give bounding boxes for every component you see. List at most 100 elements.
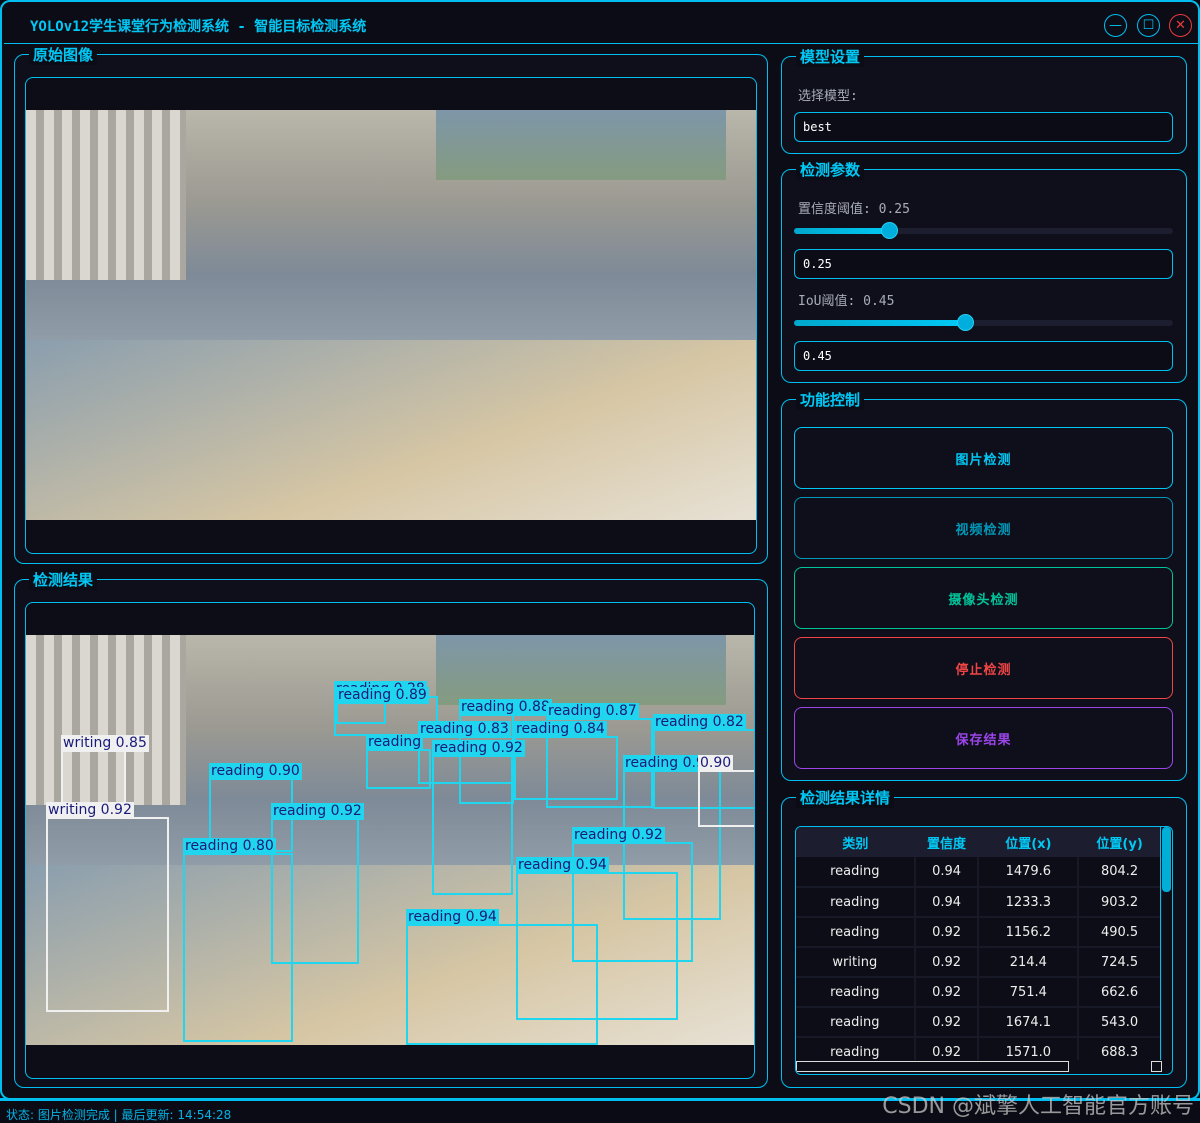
table-cell: 0.92 — [914, 947, 980, 978]
minimize-button[interactable]: — — [1104, 14, 1127, 37]
detection-label: reading 0.83 — [418, 721, 511, 738]
maximize-button[interactable]: ☐ — [1137, 14, 1160, 37]
table-cell: 543.0 — [1078, 1007, 1162, 1038]
result-details-group: 检测结果详情 类别 置信度 位置(x) 位置(y) reading 0.94 147… — [781, 787, 1187, 1088]
table-row[interactable]: reading 0.94 1479.6 804.2 — [796, 857, 1162, 888]
group-title: 模型设置 — [796, 46, 865, 67]
table-cell: 490.5 — [1078, 917, 1162, 948]
table-cell: writing — [796, 947, 916, 978]
title-bar: YOLOv12学生课堂行为检测系统 - 智能目标检测系统 — ☐ ✕ — [4, 4, 1198, 44]
status-text: 状态: 图片检测完成 | 最后更新: 14:54:28 — [6, 1108, 232, 1122]
group-title: 功能控制 — [796, 389, 865, 410]
group-title: 检测结果 — [29, 569, 98, 590]
image-detect-button[interactable]: 图片检测 — [794, 427, 1173, 489]
table-cell: 0.94 — [914, 887, 980, 918]
maximize-icon: ☐ — [1142, 18, 1155, 33]
detection-box: reading 0.89 — [336, 687, 429, 724]
detection-label: reading 0.89 — [336, 687, 429, 704]
column-header-y[interactable]: 位置(y) — [1078, 827, 1161, 857]
confidence-slider[interactable] — [794, 222, 1173, 239]
iou-slider[interactable] — [794, 314, 1173, 331]
table-cell: 0.92 — [914, 917, 980, 948]
close-icon: ✕ — [1175, 18, 1186, 33]
detection-label: reading 0.80 — [183, 838, 276, 855]
slider-handle[interactable] — [880, 222, 898, 239]
detection-label: reading 0.94 — [516, 857, 609, 874]
detection-params-group: 检测参数 置信度阈值: 0.25 0.25 IoU阈值: 0.45 0.45 — [781, 159, 1187, 383]
table-cell: 662.6 — [1078, 977, 1162, 1008]
save-result-button[interactable]: 保存结果 — [794, 707, 1173, 769]
table-cell: 903.2 — [1078, 887, 1162, 918]
detection-label: reading 0.92 — [432, 740, 525, 757]
vertical-scrollbar[interactable] — [1160, 827, 1172, 1062]
detection-label: reading 0.87 — [546, 703, 639, 720]
original-image — [26, 110, 756, 520]
detection-box: reading 0.84 — [514, 721, 618, 800]
detection-box: reading — [366, 734, 431, 789]
table-cell: reading — [796, 1007, 916, 1038]
table-row[interactable]: reading 0.92 1674.1 543.0 — [796, 1007, 1162, 1038]
table-cell: 751.4 — [978, 977, 1080, 1008]
table-row[interactable]: writing 0.92 214.4 724.5 — [796, 947, 1162, 978]
group-title: 检测参数 — [796, 159, 865, 180]
table-cell: reading — [796, 857, 916, 888]
detection-label: reading 0.84 — [514, 721, 607, 738]
model-select[interactable]: best — [794, 112, 1173, 142]
result-image-frame: writing 0.85 writing 0.92 reading 0.90 read… — [25, 602, 755, 1079]
table-cell: 0.92 — [914, 1007, 980, 1038]
table-cell: 1674.1 — [978, 1007, 1080, 1038]
video-detect-button[interactable]: 视频检测 — [794, 497, 1173, 559]
minimize-icon: — — [1109, 18, 1122, 33]
table-cell: 0.92 — [914, 977, 980, 1008]
model-label: 选择模型: — [798, 89, 858, 104]
confidence-label: 置信度阈值: 0.25 — [798, 202, 910, 217]
column-header-class[interactable]: 类别 — [796, 827, 915, 857]
detection-box: reading 0.80 — [183, 838, 293, 1042]
original-image-group: 原始图像 — [14, 44, 768, 564]
watermark: CSDN @斌擎人工智能官方账号 — [882, 1094, 1194, 1119]
slider-handle[interactable] — [956, 314, 974, 331]
table-row[interactable]: reading 0.92 1156.2 490.5 — [796, 917, 1162, 948]
group-title: 检测结果详情 — [796, 787, 895, 808]
window-title: YOLOv12学生课堂行为检测系统 - 智能目标检测系统 — [30, 19, 367, 35]
table-cell: reading — [796, 977, 916, 1008]
detection-label: reading 0.92 — [572, 827, 665, 844]
close-button[interactable]: ✕ — [1169, 14, 1192, 37]
detection-box: writing 0.92 — [46, 802, 169, 1012]
group-title: 原始图像 — [29, 44, 98, 65]
detection-label: writing 0.85 — [61, 735, 149, 752]
original-image-frame — [25, 77, 757, 554]
iou-label: IoU阈值: 0.45 — [798, 294, 895, 309]
detection-label: reading 0.92 — [271, 803, 364, 820]
table-cell: 214.4 — [978, 947, 1080, 978]
table-row[interactable]: reading 0.92 751.4 662.6 — [796, 977, 1162, 1008]
table-cell: 1233.3 — [978, 887, 1080, 918]
table-row[interactable]: reading 0.94 1233.3 903.2 — [796, 887, 1162, 918]
detection-label: reading 0.88 — [459, 699, 552, 716]
results-table: 类别 置信度 位置(x) 位置(y) reading 0.94 1479.6 804.… — [795, 826, 1173, 1075]
confidence-input[interactable]: 0.25 — [794, 249, 1173, 279]
detection-label: 0.90 — [698, 755, 734, 772]
column-header-x[interactable]: 位置(x) — [978, 827, 1079, 857]
detection-label: reading — [366, 734, 424, 751]
table-cell: 1479.6 — [978, 857, 1080, 888]
detection-label: reading 0.90 — [209, 763, 302, 780]
stop-detect-button[interactable]: 停止检测 — [794, 637, 1173, 699]
table-cell: 804.2 — [1078, 857, 1162, 888]
detection-label: reading 0.82 — [653, 714, 746, 731]
horizontal-scrollbar[interactable] — [796, 1060, 1162, 1074]
table-cell: 724.5 — [1078, 947, 1162, 978]
result-image-group: 检测结果 writing 0.85 writing 0.92 reading 0.9… — [14, 569, 768, 1088]
camera-detect-button[interactable]: 摄像头检测 — [794, 567, 1173, 629]
table-cell: 0.94 — [914, 857, 980, 888]
model-settings-group: 模型设置 选择模型: best — [781, 46, 1187, 154]
table-cell: reading — [796, 917, 916, 948]
detection-box: 0.90 — [698, 755, 754, 827]
table-cell: 1156.2 — [978, 917, 1080, 948]
iou-input[interactable]: 0.45 — [794, 341, 1173, 371]
table-cell: reading — [796, 887, 916, 918]
detection-label: reading 0.94 — [406, 909, 499, 926]
detection-box: reading 0.92 — [432, 740, 525, 895]
column-header-confidence[interactable]: 置信度 — [914, 827, 979, 857]
result-image: writing 0.85 writing 0.92 reading 0.90 read… — [26, 635, 754, 1045]
